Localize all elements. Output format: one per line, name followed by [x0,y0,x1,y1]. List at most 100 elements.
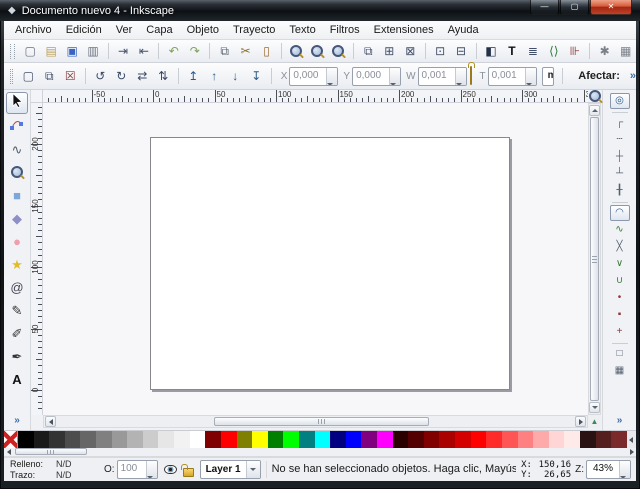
redo-button[interactable]: ↷ [185,42,204,61]
bezier-tool-button[interactable]: ✐ [6,322,28,344]
vertical-scrollbar[interactable] [588,103,601,415]
spin-down-icon[interactable] [620,476,626,479]
layer-visibility-button[interactable] [164,465,177,474]
layer-dropdown-button[interactable] [246,461,260,478]
palette-swatch[interactable] [408,431,424,448]
palette-swatch[interactable] [65,431,81,448]
snap-rotation-centers-button[interactable]: + [610,324,630,340]
node-tool-button[interactable] [6,115,28,137]
menu-ver[interactable]: Ver [109,22,140,38]
snap-path-intersections-button[interactable]: ╳ [610,239,630,255]
palette-swatch[interactable] [533,431,549,448]
menu-texto[interactable]: Texto [282,22,322,38]
create-clone-button[interactable]: ⊞ [380,42,399,61]
palette-swatch[interactable] [471,431,487,448]
unit-selector[interactable]: mm [542,67,554,86]
menu-extensiones[interactable]: Extensiones [367,22,441,38]
snapbar-overflow-button[interactable]: » [617,415,623,426]
flip-vertical-button[interactable]: ⇅ [154,67,173,86]
palette-swatch-none[interactable] [4,431,18,448]
snap-enable-button[interactable]: ◎ [610,93,630,109]
snap-line-midpoints-button[interactable]: • [610,290,630,306]
star-tool-button[interactable]: ★ [6,253,28,275]
menu-filtros[interactable]: Filtros [323,22,367,38]
select-all-button[interactable]: ▢ [19,67,38,86]
document-properties-button[interactable]: ▦ [616,42,635,61]
open-document-button[interactable]: ▤ [42,42,61,61]
duplicate-button[interactable]: ⧉ [359,42,378,61]
undo-button[interactable]: ↶ [164,42,183,61]
palette-swatch[interactable] [502,431,518,448]
palette-swatch[interactable] [80,431,96,448]
fill-stroke-indicator[interactable]: Relleno: N/D Trazo: N/D [4,459,102,481]
group-objects-button[interactable]: ⊡ [431,42,450,61]
snap-bbox-centers-button[interactable]: ╂ [610,183,630,199]
align-distribute-dialog-button[interactable]: ⊪ [565,42,584,61]
layer-lock-button[interactable] [183,463,194,477]
paste-button[interactable]: ▯ [257,42,276,61]
flip-horizontal-button[interactable]: ⇄ [133,67,152,86]
tweak-tool-button[interactable]: ∿ [6,138,28,160]
palette-swatch[interactable] [518,431,534,448]
x-position-spinner[interactable]: 0,000 [289,67,338,86]
rotate-90-cw-button[interactable]: ↻ [112,67,131,86]
new-document-button[interactable]: ▢ [21,42,40,61]
menu-ayuda[interactable]: Ayuda [441,22,486,38]
width-spinner[interactable]: 0,001 [418,67,467,86]
xml-editor-button[interactable]: ⟨⟩ [544,42,563,61]
color-management-toggle[interactable]: ▲ [588,415,601,428]
palette-swatch[interactable] [283,431,299,448]
palette-swatch[interactable] [237,431,253,448]
palette-swatch[interactable] [486,431,502,448]
select-all-in-all-layers-button[interactable]: ⧉ [40,67,59,86]
snap-bbox-corners-button[interactable]: ┼ [610,149,630,165]
palette-swatch[interactable] [361,431,377,448]
inkscape-preferences-button[interactable]: ✱ [595,42,614,61]
import-bitmap-button[interactable]: ⇥ [113,42,132,61]
zoom-spinner[interactable]: 43% [586,460,631,479]
palette-end-arrow-button[interactable] [627,431,636,448]
zoom-to-page-button[interactable] [329,42,348,61]
zoom-tool-button[interactable] [6,161,28,183]
export-bitmap-button[interactable]: ⇤ [134,42,153,61]
snap-page-border-button[interactable]: □ [610,346,630,362]
horizontal-ruler[interactable]: -50050100150200250300350 [43,90,588,103]
palette-swatch[interactable] [439,431,455,448]
title-bar[interactable]: ◆ Documento nuevo 4 - Inkscape — ▢ ✕ [0,0,640,21]
palette-swatch[interactable] [330,431,346,448]
palette-swatch[interactable] [377,431,393,448]
snap-nodes-button[interactable]: ◠ [610,205,630,221]
text-dialog-button[interactable]: T [502,42,521,61]
scroll-down-button[interactable] [589,402,600,413]
snap-object-centers-button[interactable]: ▪ [610,307,630,323]
menu-edicin[interactable]: Edición [59,22,109,38]
palette-scrollbar[interactable] [4,448,636,457]
scroll-left-button[interactable] [45,416,56,427]
palette-swatch[interactable] [127,431,143,448]
deselect-button[interactable]: ☒ [61,67,80,86]
calligraphy-tool-button[interactable]: ✒ [6,345,28,367]
toolbox-overflow-button[interactable]: » [14,415,20,426]
palette-swatch[interactable] [96,431,112,448]
palette-swatch[interactable] [611,431,627,448]
height-spinner[interactable]: 0,001 [488,67,537,86]
copy-button[interactable]: ⧉ [215,42,234,61]
print-document-button[interactable]: ▥ [84,42,103,61]
palette-swatch[interactable] [205,431,221,448]
menu-objeto[interactable]: Objeto [180,22,226,38]
palette-swatch[interactable] [580,431,596,448]
rotate-90-ccw-button[interactable]: ↺ [91,67,110,86]
palette-swatch[interactable] [190,431,206,448]
scroll-right-button[interactable] [575,416,586,427]
palette-swatch[interactable] [252,431,268,448]
toolbar-grip[interactable] [10,69,13,84]
close-button[interactable]: ✕ [590,0,632,15]
palette-swatch[interactable] [18,431,34,448]
box3d-tool-button[interactable]: ◆ [6,207,28,229]
text-tool-button[interactable]: A [6,368,28,390]
menu-trayecto[interactable]: Trayecto [226,22,282,38]
palette-swatch[interactable] [112,431,128,448]
palette-swatch[interactable] [596,431,612,448]
zoom-to-selection-button[interactable] [287,42,306,61]
y-position-spinner[interactable]: 0,000 [352,67,401,86]
